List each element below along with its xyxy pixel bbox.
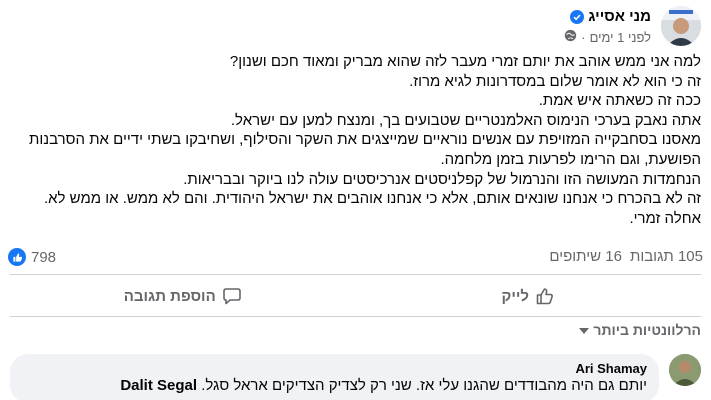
post-line: אחלה זמרי. [629, 209, 701, 227]
comment-sort-dropdown[interactable]: הרלוונטיות ביותר [579, 322, 701, 338]
post-actions: לייק הוספת תגובה [10, 282, 701, 310]
post-header: מני אסייג לפני 1 ימים · [10, 6, 701, 50]
post-time[interactable]: לפני 1 ימים [590, 30, 651, 45]
reactions-summary[interactable]: 798 [8, 248, 56, 266]
post-line: זה כי הוא לא אומר שלום במסדרונות לגיא מר… [409, 72, 701, 90]
comment-text: יותם גם היה מהבודדים שהגנו עלי אז. שני ר… [22, 376, 647, 395]
post-stats: 798 105 תגובות 16 שיתופים [8, 246, 703, 268]
verified-badge-icon [570, 9, 585, 24]
author-name[interactable]: מני אסייג [588, 8, 651, 25]
commenter-avatar[interactable] [669, 354, 701, 386]
share-count[interactable]: 16 שיתופים [549, 248, 622, 265]
comment-count[interactable]: 105 תגובות [630, 248, 703, 265]
like-button[interactable]: לייק [356, 282, 702, 310]
thumbs-up-icon [535, 286, 555, 306]
comment-bubble-icon [222, 286, 242, 306]
divider [10, 274, 701, 275]
comment-mention[interactable]: Dalit Segal [120, 377, 197, 394]
comment-item: Ari Shamay יותם גם היה מהבודדים שהגנו על… [10, 354, 701, 400]
comment-button[interactable]: הוספת תגובה [10, 282, 356, 310]
post-line: למה אני ממש אוהב את יותם זמרי מעבר לזה ש… [229, 53, 701, 70]
comment-label: הוספת תגובה [123, 287, 216, 305]
post-line: ככה זה כשאתה איש אמת. [538, 92, 701, 110]
meta-separator: · [581, 29, 586, 45]
author-avatar[interactable] [661, 6, 701, 46]
post-line: הנחמדות המעושה הזו והנרמול של קפלניסטים … [183, 170, 701, 188]
comment-bubble: Ari Shamay יותם גם היה מהבודדים שהגנו על… [10, 354, 659, 400]
like-label: לייק [501, 287, 529, 305]
post-text: למה אני ממש אוהב את יותם זמרי מעבר לזה ש… [10, 52, 701, 228]
comment-body: יותם גם היה מהבודדים שהגנו עלי אז. שני ר… [201, 377, 647, 394]
sort-label: הרלוונטיות ביותר [593, 322, 701, 338]
chevron-down-icon [579, 328, 590, 334]
post-line: הפושעת, וגם הרימו לפרעות בזמן מלחמה. [440, 150, 701, 168]
post-line: מאסנו בסחבקיי‏ה המזויפת עם אנשים נוראיים… [29, 131, 701, 149]
globe-icon [564, 29, 577, 45]
post-line: אתה נאבק בערכי הנימוס האלמנטריים שטבועים… [230, 111, 701, 129]
like-reaction-icon [8, 248, 26, 266]
like-count[interactable]: 798 [31, 249, 56, 266]
post-line: זה לא בהכרח כי אנחנו שונאים אותם, אלא כי… [43, 190, 701, 208]
commenter-name[interactable]: Ari Shamay [22, 361, 647, 376]
divider [10, 316, 701, 317]
